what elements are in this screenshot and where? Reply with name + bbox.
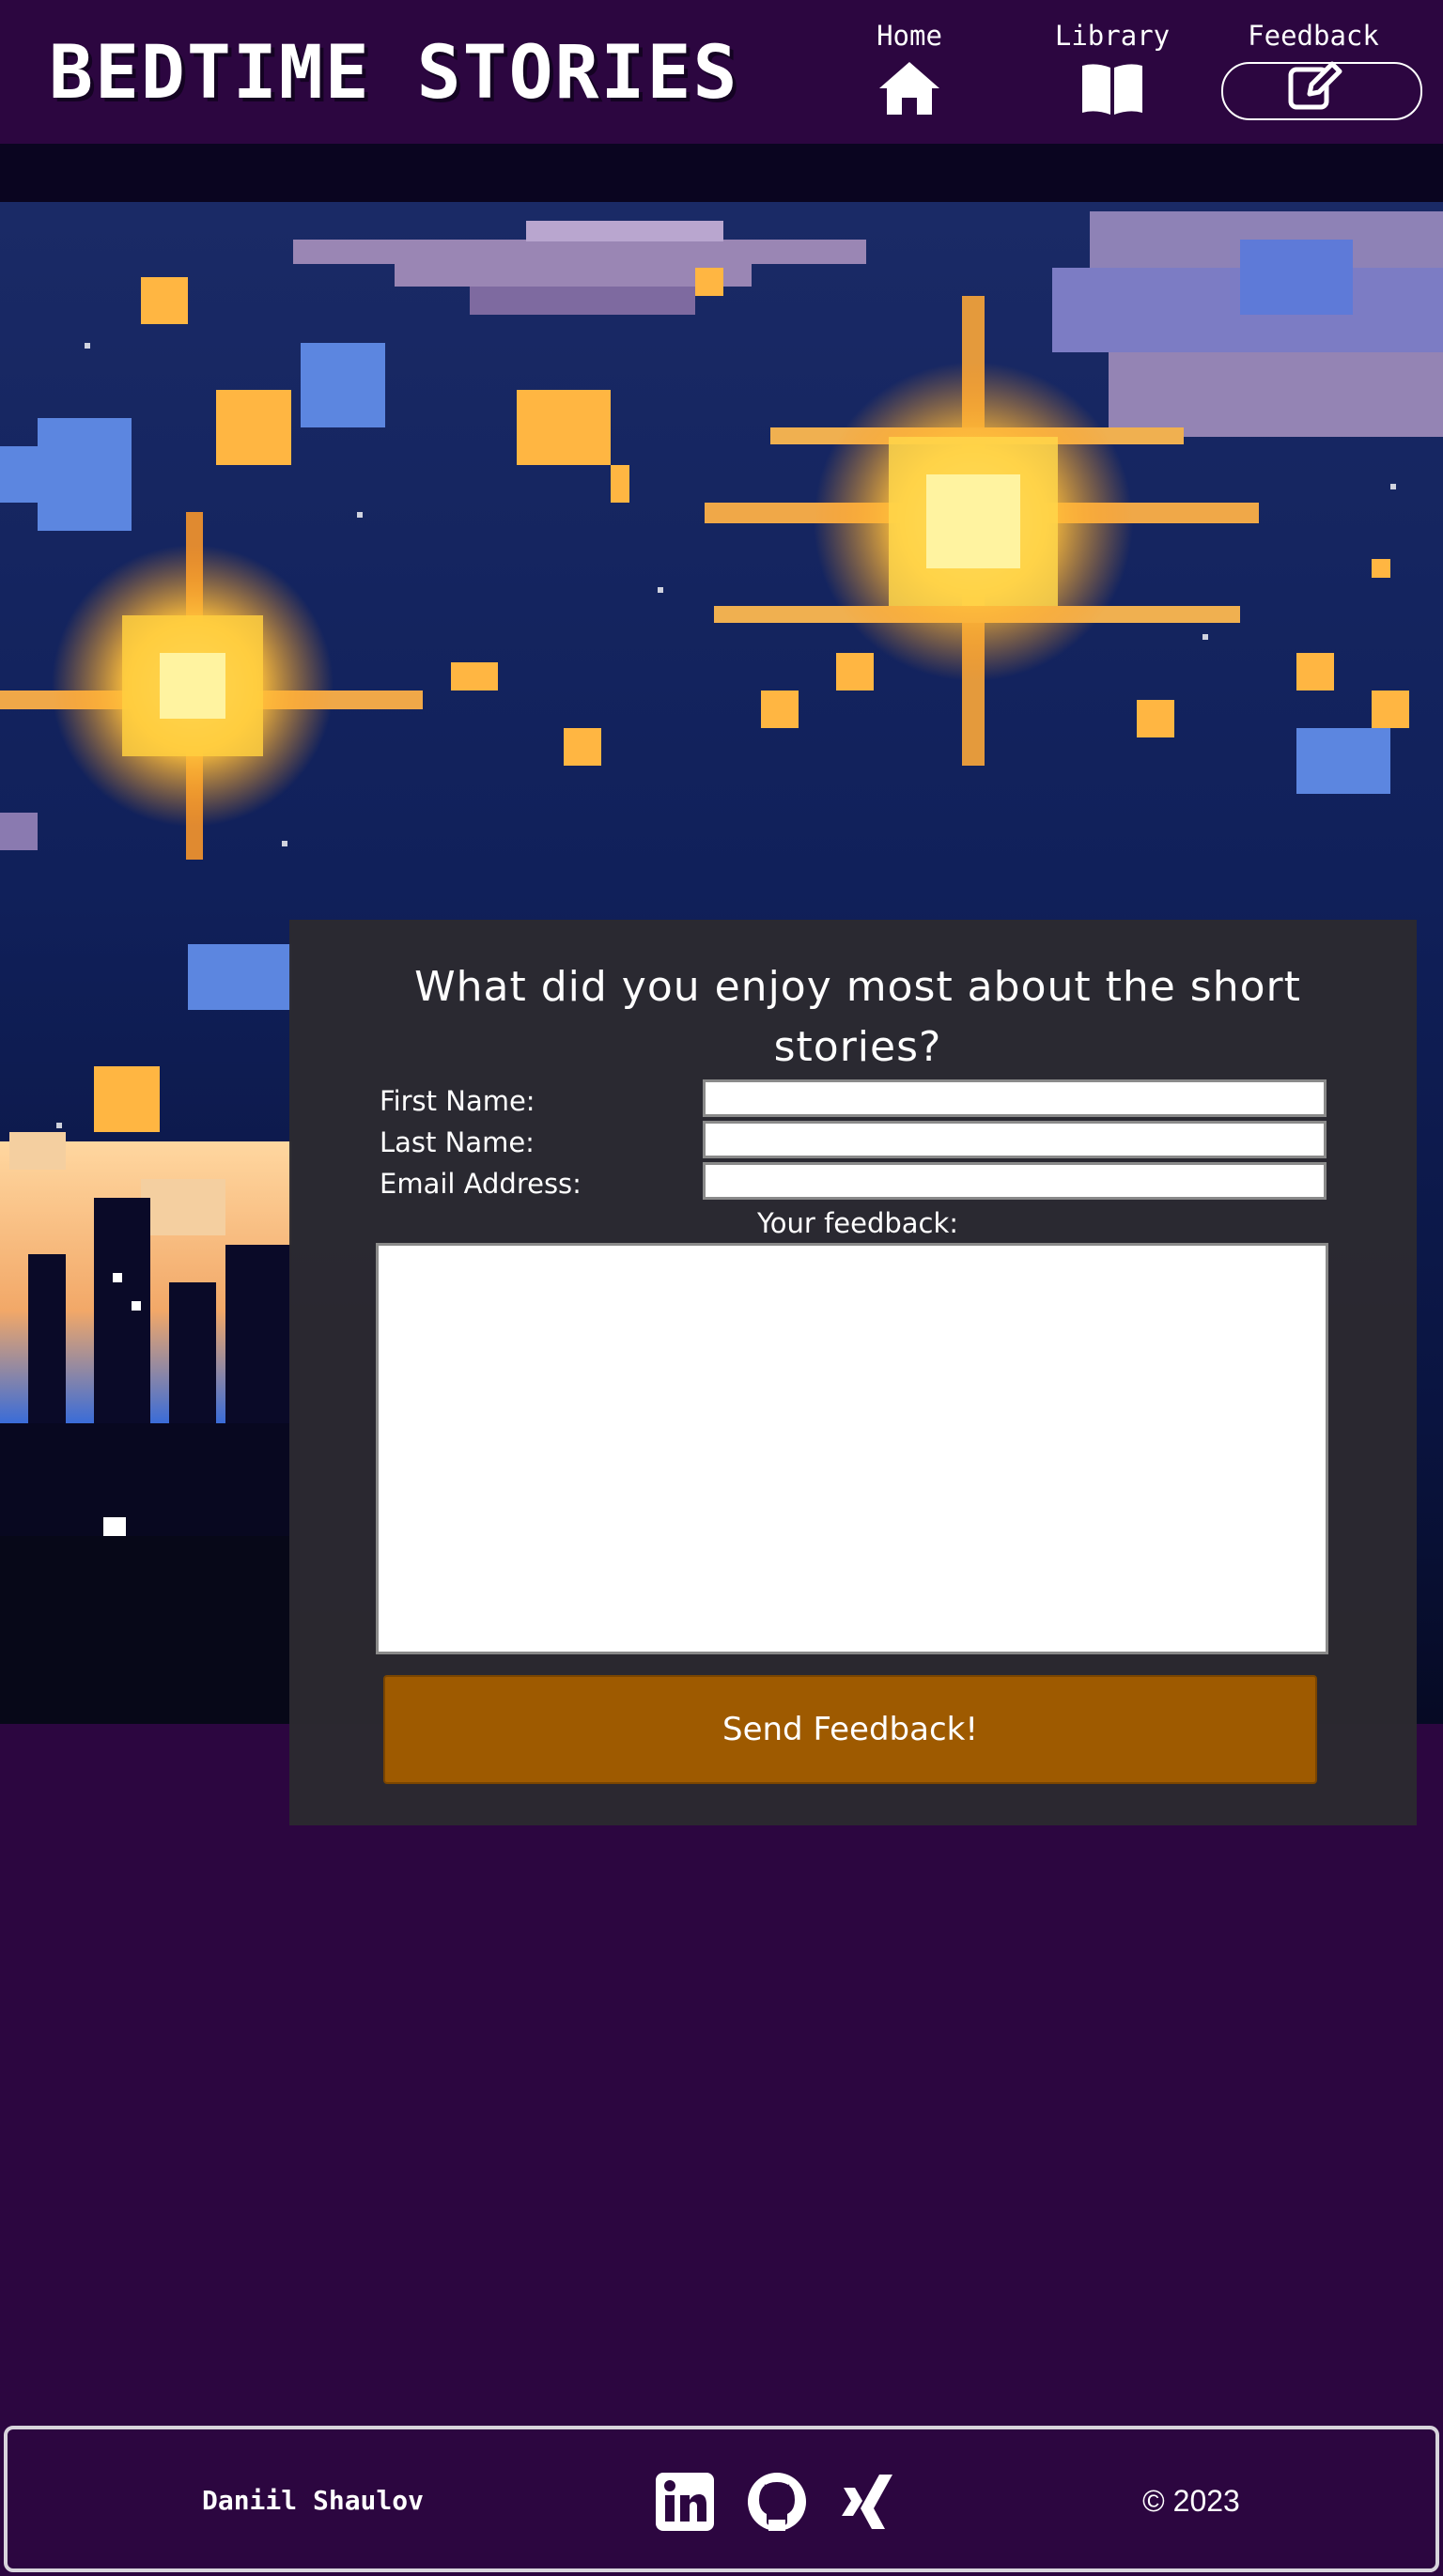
- linkedin-icon[interactable]: [654, 2471, 716, 2533]
- footer-copyright: © 2023: [1142, 2484, 1240, 2518]
- first-name-label: First Name:: [380, 1085, 535, 1117]
- send-feedback-button[interactable]: Send Feedback!: [383, 1675, 1317, 1784]
- email-input[interactable]: [703, 1162, 1327, 1200]
- edit-icon: [1288, 61, 1342, 110]
- site-header: BEDTIME STORIES Home Library Feedback: [0, 0, 1443, 144]
- email-label: Email Address:: [380, 1168, 582, 1200]
- feedback-textarea[interactable]: [376, 1243, 1328, 1654]
- home-icon: [879, 62, 939, 115]
- feedback-form: What did you enjoy most about the short …: [289, 920, 1417, 1825]
- nav-library-label: Library: [1054, 20, 1171, 52]
- book-icon: [1082, 64, 1142, 115]
- last-name-input[interactable]: [703, 1121, 1327, 1158]
- feedback-label: Your feedback:: [756, 1207, 959, 1239]
- xing-icon[interactable]: [838, 2471, 900, 2533]
- first-name-input[interactable]: [703, 1079, 1327, 1117]
- nav-feedback[interactable]: Feedback: [1219, 17, 1422, 130]
- site-title: BEDTIME STORIES: [49, 31, 739, 116]
- nav-feedback-label: Feedback: [1248, 20, 1379, 52]
- hero-section: What did you enjoy most about the short …: [0, 144, 1443, 1825]
- site-footer: Daniil Shaulov © 2023: [4, 2426, 1439, 2572]
- last-name-label: Last Name:: [380, 1126, 535, 1158]
- footer-author: Daniil Shaulov: [201, 2485, 424, 2516]
- form-question: What did you enjoy most about the short …: [414, 963, 1301, 1071]
- github-icon[interactable]: [746, 2471, 808, 2533]
- nav-home[interactable]: Home: [815, 17, 1003, 130]
- nav-library[interactable]: Library: [1018, 17, 1206, 130]
- nav-home-label: Home: [877, 20, 942, 52]
